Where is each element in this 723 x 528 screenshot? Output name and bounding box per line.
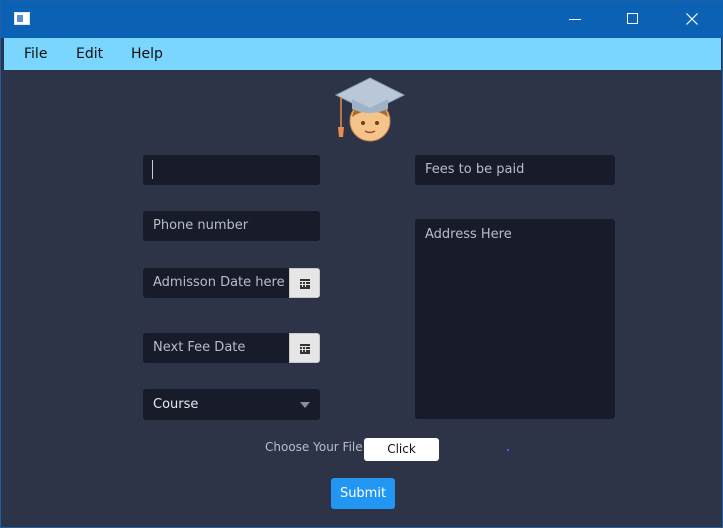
address-textarea[interactable]: Address Here (415, 219, 615, 419)
minimize-icon (569, 19, 581, 20)
choose-file-button[interactable]: Click (364, 438, 439, 461)
app-window: File Edit Help Fees to be paid Phone num… (0, 0, 723, 528)
calendar-icon (300, 344, 310, 354)
admission-date-button[interactable] (289, 268, 320, 298)
maximize-icon (627, 13, 638, 24)
close-button[interactable] (669, 1, 715, 38)
next-fee-date-picker[interactable]: Next Fee Date (143, 333, 320, 363)
file-status-indicator (507, 449, 509, 451)
fees-placeholder: Fees to be paid (425, 162, 525, 177)
fees-input[interactable]: Fees to be paid (415, 155, 615, 185)
title-bar[interactable] (1, 1, 723, 38)
graduate-logo-icon (334, 77, 406, 142)
app-icon (14, 12, 30, 25)
maximize-button[interactable] (610, 1, 656, 38)
calendar-icon (300, 279, 310, 289)
menu-bar: File Edit Help (4, 38, 721, 70)
submit-button[interactable]: Submit (331, 478, 395, 509)
text-caret (152, 160, 153, 179)
choose-file-label: Choose Your File (265, 440, 363, 454)
menu-help[interactable]: Help (131, 38, 163, 70)
admission-date-picker[interactable]: Admisson Date here (143, 268, 320, 298)
minimize-button[interactable] (551, 1, 597, 38)
course-selected-value: Course (153, 397, 199, 412)
next-fee-date-placeholder: Next Fee Date (153, 340, 246, 355)
chevron-down-icon (300, 402, 310, 408)
next-fee-date-button[interactable] (289, 333, 320, 363)
menu-edit[interactable]: Edit (76, 38, 103, 70)
name-input[interactable] (143, 155, 320, 185)
admission-date-placeholder: Admisson Date here (153, 275, 285, 290)
address-placeholder: Address Here (425, 227, 512, 242)
menu-file[interactable]: File (24, 38, 47, 70)
course-select[interactable]: Course (143, 389, 320, 420)
phone-input[interactable]: Phone number (143, 211, 320, 241)
phone-placeholder: Phone number (153, 218, 249, 233)
close-icon (686, 13, 698, 25)
